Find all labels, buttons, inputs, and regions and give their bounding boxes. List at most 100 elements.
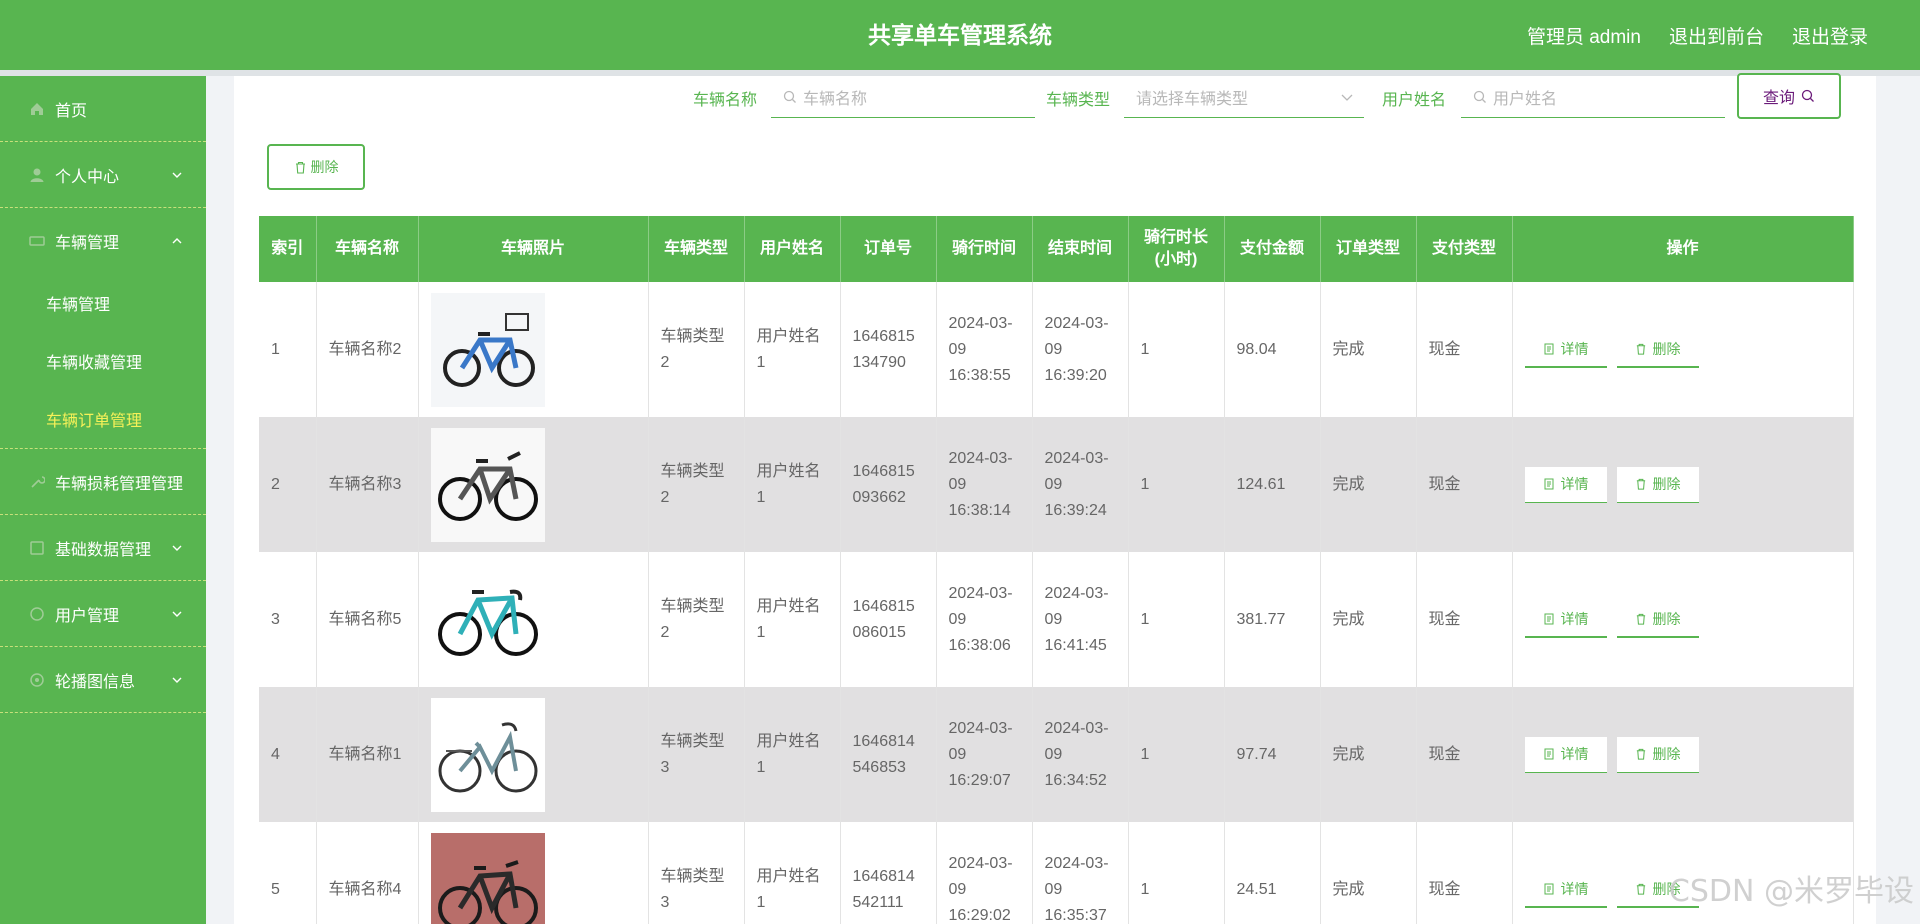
cell-order-type: 完成 xyxy=(1320,282,1417,417)
cell-user-name: 用户姓名1 xyxy=(744,687,841,822)
row-delete-label: 删除 xyxy=(1652,746,1681,762)
detail-button[interactable]: 详情 xyxy=(1524,601,1607,638)
admin-user-label[interactable]: 管理员 admin xyxy=(1527,22,1641,49)
chevron-down-icon xyxy=(170,607,184,621)
trash-icon xyxy=(1636,748,1645,760)
cell-user-name: 用户姓名1 xyxy=(744,282,841,417)
row-delete-button[interactable]: 删除 xyxy=(1616,601,1699,638)
to-front-link[interactable]: 退出到前台 xyxy=(1669,22,1764,49)
orders-table: 索引 车辆名称 车辆照片 车辆类型 用户姓名 订单号 骑行时间 结束时间 骑行时… xyxy=(259,216,1854,924)
column-header: 操作 xyxy=(1512,216,1854,282)
detail-button[interactable]: 详情 xyxy=(1524,871,1607,908)
cell-vehicle-type: 车辆类型3 xyxy=(648,687,745,822)
sidebar-item-personal-center[interactable]: 个人中心 xyxy=(0,142,206,208)
row-delete-button[interactable]: 删除 xyxy=(1616,331,1699,368)
cell-order-type: 完成 xyxy=(1320,417,1417,552)
column-header-line: (小时) xyxy=(1154,251,1198,268)
row-delete-button[interactable]: 删除 xyxy=(1616,466,1699,503)
image-icon xyxy=(28,671,46,689)
vehicle-name-placeholder: 车辆名称 xyxy=(803,90,868,108)
document-icon xyxy=(1544,478,1553,490)
table-row: 1 车辆名称2 车辆类型2 用户姓名1 1646815134790 2024-0… xyxy=(259,282,1854,417)
column-header: 订单号 xyxy=(840,216,937,282)
header-actions: 管理员 admin 退出到前台 退出登录 xyxy=(1527,0,1868,70)
cell-order-type: 完成 xyxy=(1320,552,1417,687)
cell-order-number: 1646814542111 xyxy=(840,822,937,924)
document-icon xyxy=(1544,613,1553,624)
cell-start-time: 2024-03-09 16:38:14 xyxy=(936,417,1033,552)
user-icon xyxy=(28,166,46,184)
chevron-down-icon xyxy=(170,168,184,182)
cell-order-number: 1646815093662 xyxy=(840,417,937,552)
cell-pay-type: 现金 xyxy=(1416,417,1513,552)
vehicle-icon xyxy=(28,232,46,250)
logout-link[interactable]: 退出登录 xyxy=(1792,22,1868,49)
table-row: 2 车辆名称3 车辆类型2 用户姓名1 1646815093662 2024-0… xyxy=(259,417,1854,552)
cell-pay-type: 现金 xyxy=(1416,822,1513,924)
submenu-item-vehicle-management[interactable]: 车辆管理 xyxy=(0,274,206,332)
cell-vehicle-type: 车辆类型2 xyxy=(648,282,745,417)
cell-order-type: 完成 xyxy=(1320,822,1417,924)
cell-vehicle-type: 车辆类型2 xyxy=(648,417,745,552)
bulk-delete-button[interactable]: 删除 xyxy=(267,144,365,190)
cell-pay-type: 现金 xyxy=(1416,687,1513,822)
row-delete-label: 删除 xyxy=(1652,610,1681,627)
detail-button[interactable]: 详情 xyxy=(1524,466,1607,503)
cell-user-name: 用户姓名1 xyxy=(744,417,841,552)
column-header: 支付金额 xyxy=(1224,216,1321,282)
cell-end-time: 2024-03-09 16:34:52 xyxy=(1032,687,1129,822)
vehicle-type-select[interactable]: 请选择车辆类型 xyxy=(1124,76,1364,118)
cell-vehicle-type: 车辆类型3 xyxy=(648,822,745,924)
search-icon xyxy=(1801,89,1814,102)
detail-button-label: 详情 xyxy=(1560,746,1589,762)
cell-index: 3 xyxy=(259,552,317,687)
vehicle-photo xyxy=(430,427,545,542)
sidebar-item-basic-data[interactable]: 基础数据管理 xyxy=(0,515,206,581)
top-bar: 共享单车管理系统 管理员 admin 退出到前台 退出登录 xyxy=(0,0,1920,70)
cell-index: 4 xyxy=(259,687,317,822)
cell-photo xyxy=(418,687,649,822)
submenu-item-vehicle-orders[interactable]: 车辆订单管理 xyxy=(0,390,206,448)
cell-end-time: 2024-03-09 16:41:45 xyxy=(1032,552,1129,687)
cell-duration: 1 xyxy=(1128,282,1225,417)
cell-order-number: 1646815134790 xyxy=(840,282,937,417)
submenu-item-vehicle-favorites[interactable]: 车辆收藏管理 xyxy=(0,332,206,390)
table-row: 4 车辆名称1 车辆类型3 用户姓名1 1646814546853 2024-0… xyxy=(259,687,1854,822)
document-icon xyxy=(1544,883,1553,894)
sidebar-item-user-management[interactable]: 用户管理 xyxy=(0,581,206,647)
cell-actions: 详情 删除 xyxy=(1512,282,1854,417)
vehicle-type-label: 车辆类型 xyxy=(1046,92,1111,109)
vehicle-name-input[interactable]: 车辆名称 xyxy=(771,76,1035,118)
user-name-input[interactable]: 用户姓名 xyxy=(1461,76,1725,118)
query-button-label: 查询 xyxy=(1762,90,1795,107)
cell-start-time: 2024-03-09 16:38:55 xyxy=(936,282,1033,417)
sidebar-item-carousel[interactable]: 轮播图信息 xyxy=(0,647,206,713)
row-delete-button[interactable]: 删除 xyxy=(1616,736,1699,773)
cell-pay-type: 现金 xyxy=(1416,282,1513,417)
detail-button-label: 详情 xyxy=(1560,880,1589,897)
cell-duration: 1 xyxy=(1128,687,1225,822)
detail-button-label: 详情 xyxy=(1560,476,1589,492)
chevron-down-icon xyxy=(1340,90,1354,109)
cell-amount: 97.74 xyxy=(1224,687,1321,822)
detail-button[interactable]: 详情 xyxy=(1524,736,1607,773)
cell-amount: 98.04 xyxy=(1224,282,1321,417)
cell-order-type: 完成 xyxy=(1320,687,1417,822)
search-icon xyxy=(783,90,796,103)
document-icon xyxy=(1544,748,1553,760)
cell-duration: 1 xyxy=(1128,552,1225,687)
detail-button-label: 详情 xyxy=(1560,610,1589,627)
vehicle-type-placeholder: 请选择车辆类型 xyxy=(1136,90,1249,108)
cell-vehicle-name: 车辆名称1 xyxy=(316,687,419,822)
detail-button-label: 详情 xyxy=(1560,340,1589,357)
cell-duration: 1 xyxy=(1128,417,1225,552)
row-delete-label: 删除 xyxy=(1652,340,1681,357)
sidebar-item-vehicle-management[interactable]: 车辆管理 xyxy=(0,208,206,274)
sidebar-item-vehicle-wear[interactable]: 车辆损耗管理管理 xyxy=(0,449,206,515)
sidebar-item-home[interactable]: 首页 xyxy=(0,76,206,142)
column-header: 索引 xyxy=(259,216,317,282)
cell-start-time: 2024-03-09 16:29:07 xyxy=(936,687,1033,822)
column-header: 用户姓名 xyxy=(744,216,841,282)
query-button[interactable]: 查询 xyxy=(1737,73,1841,119)
detail-button[interactable]: 详情 xyxy=(1524,331,1607,368)
